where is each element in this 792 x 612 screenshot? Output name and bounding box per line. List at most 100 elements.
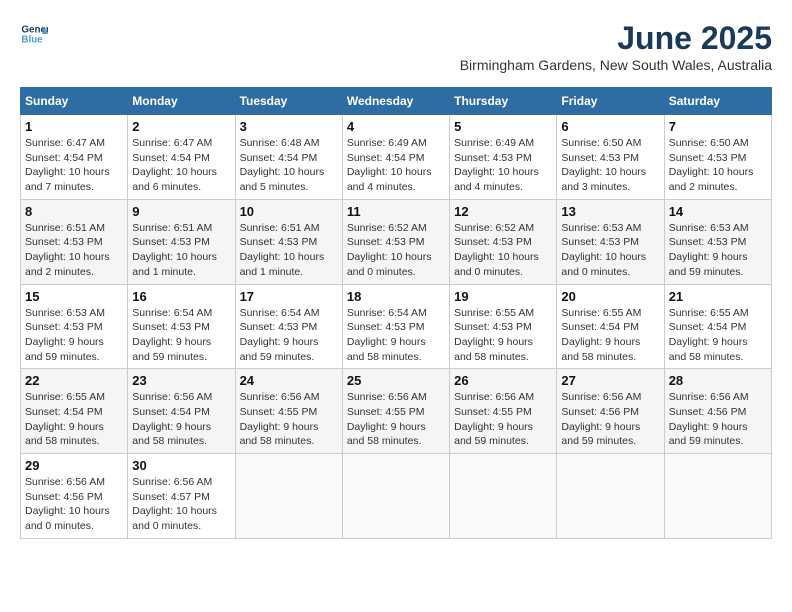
day-number: 1 (25, 119, 123, 134)
day-number: 12 (454, 204, 552, 219)
day-info: Sunrise: 6:47 AMSunset: 4:54 PMDaylight:… (25, 136, 123, 195)
day-number: 25 (347, 373, 445, 388)
day-info: Sunrise: 6:55 AMSunset: 4:54 PMDaylight:… (561, 306, 659, 365)
calendar-cell: 7Sunrise: 6:50 AMSunset: 4:53 PMDaylight… (664, 115, 771, 200)
calendar-cell (342, 454, 449, 539)
day-info: Sunrise: 6:56 AMSunset: 4:56 PMDaylight:… (25, 475, 123, 534)
calendar-cell: 23 Sunrise: 6:56 AMSunset: 4:54 PMDayligh… (128, 369, 235, 454)
calendar-cell: 26 Sunrise: 6:56 AMSunset: 4:55 PMDayligh… (450, 369, 557, 454)
day-info: Sunrise: 6:50 AMSunset: 4:53 PMDaylight:… (561, 136, 659, 195)
day-number: 19 (454, 289, 552, 304)
calendar-cell: 11 Sunrise: 6:52 AMSunset: 4:53 PMDayligh… (342, 199, 449, 284)
day-number: 13 (561, 204, 659, 219)
calendar-cell: 27Sunrise: 6:56 AMSunset: 4:56 PMDayligh… (557, 369, 664, 454)
column-header-sunday: Sunday (21, 88, 128, 115)
calendar-cell: 9 Sunrise: 6:51 AMSunset: 4:53 PMDaylight… (128, 199, 235, 284)
day-number: 29 (25, 458, 123, 473)
logo: General Blue (20, 20, 48, 48)
calendar-week-3: 15Sunrise: 6:53 AMSunset: 4:53 PMDayligh… (21, 284, 772, 369)
header: General Blue June 2025 Birmingham Garden… (20, 20, 772, 79)
day-info: Sunrise: 6:49 AMSunset: 4:54 PMDaylight:… (347, 136, 445, 195)
column-header-wednesday: Wednesday (342, 88, 449, 115)
calendar-cell: 1 Sunrise: 6:47 AMSunset: 4:54 PMDaylight… (21, 115, 128, 200)
day-number: 8 (25, 204, 123, 219)
calendar-cell: 17Sunrise: 6:54 AMSunset: 4:53 PMDayligh… (235, 284, 342, 369)
calendar-cell: 28 Sunrise: 6:56 AMSunset: 4:56 PMDayligh… (664, 369, 771, 454)
calendar-cell: 3 Sunrise: 6:48 AMSunset: 4:54 PMDaylight… (235, 115, 342, 200)
calendar-cell: 4 Sunrise: 6:49 AMSunset: 4:54 PMDaylight… (342, 115, 449, 200)
day-info: Sunrise: 6:47 AMSunset: 4:54 PMDaylight:… (132, 136, 230, 195)
day-info: Sunrise: 6:55 AMSunset: 4:54 PMDaylight:… (669, 306, 767, 365)
calendar-cell: 8 Sunrise: 6:51 AMSunset: 4:53 PMDaylight… (21, 199, 128, 284)
day-info: Sunrise: 6:56 AMSunset: 4:54 PMDaylight:… (132, 390, 230, 449)
day-number: 16 (132, 289, 230, 304)
calendar-cell: 14 Sunrise: 6:53 AMSunset: 4:53 PMDayligh… (664, 199, 771, 284)
column-header-monday: Monday (128, 88, 235, 115)
calendar-week-5: 29 Sunrise: 6:56 AMSunset: 4:56 PMDayligh… (21, 454, 772, 539)
calendar-cell (664, 454, 771, 539)
svg-text:Blue: Blue (21, 34, 43, 45)
day-info: Sunrise: 6:56 AMSunset: 4:57 PMDaylight:… (132, 475, 230, 534)
calendar-cell: 25 Sunrise: 6:56 AMSunset: 4:55 PMDayligh… (342, 369, 449, 454)
day-info: Sunrise: 6:52 AMSunset: 4:53 PMDaylight:… (454, 221, 552, 280)
calendar-cell: 29 Sunrise: 6:56 AMSunset: 4:56 PMDayligh… (21, 454, 128, 539)
calendar-cell: 22Sunrise: 6:55 AMSunset: 4:54 PMDayligh… (21, 369, 128, 454)
day-info: Sunrise: 6:52 AMSunset: 4:53 PMDaylight:… (347, 221, 445, 280)
calendar-week-2: 8 Sunrise: 6:51 AMSunset: 4:53 PMDaylight… (21, 199, 772, 284)
calendar-cell: 19 Sunrise: 6:55 AMSunset: 4:53 PMDayligh… (450, 284, 557, 369)
column-header-friday: Friday (557, 88, 664, 115)
day-number: 26 (454, 373, 552, 388)
day-info: Sunrise: 6:51 AMSunset: 4:53 PMDaylight:… (240, 221, 338, 280)
calendar-cell: 12 Sunrise: 6:52 AMSunset: 4:53 PMDayligh… (450, 199, 557, 284)
day-number: 2 (132, 119, 230, 134)
day-info: Sunrise: 6:54 AMSunset: 4:53 PMDaylight:… (132, 306, 230, 365)
calendar-header-row: SundayMondayTuesdayWednesdayThursdayFrid… (21, 88, 772, 115)
day-number: 5 (454, 119, 552, 134)
day-number: 6 (561, 119, 659, 134)
day-info: Sunrise: 6:54 AMSunset: 4:53 PMDaylight:… (240, 306, 338, 365)
calendar-cell: 5 Sunrise: 6:49 AMSunset: 4:53 PMDaylight… (450, 115, 557, 200)
day-number: 24 (240, 373, 338, 388)
column-header-thursday: Thursday (450, 88, 557, 115)
day-info: Sunrise: 6:53 AMSunset: 4:53 PMDaylight:… (25, 306, 123, 365)
calendar-week-4: 22Sunrise: 6:55 AMSunset: 4:54 PMDayligh… (21, 369, 772, 454)
day-info: Sunrise: 6:56 AMSunset: 4:55 PMDaylight:… (240, 390, 338, 449)
day-info: Sunrise: 6:54 AMSunset: 4:53 PMDaylight:… (347, 306, 445, 365)
day-number: 10 (240, 204, 338, 219)
calendar-cell: 16 Sunrise: 6:54 AMSunset: 4:53 PMDayligh… (128, 284, 235, 369)
title-area: June 2025 Birmingham Gardens, New South … (460, 20, 772, 79)
column-header-tuesday: Tuesday (235, 88, 342, 115)
day-number: 23 (132, 373, 230, 388)
day-number: 9 (132, 204, 230, 219)
calendar-cell (235, 454, 342, 539)
day-number: 20 (561, 289, 659, 304)
calendar-cell: 10 Sunrise: 6:51 AMSunset: 4:53 PMDayligh… (235, 199, 342, 284)
calendar-week-1: 1 Sunrise: 6:47 AMSunset: 4:54 PMDaylight… (21, 115, 772, 200)
calendar-table: SundayMondayTuesdayWednesdayThursdayFrid… (20, 87, 772, 539)
day-number: 3 (240, 119, 338, 134)
calendar-cell: 13Sunrise: 6:53 AMSunset: 4:53 PMDayligh… (557, 199, 664, 284)
calendar-cell: 2 Sunrise: 6:47 AMSunset: 4:54 PMDaylight… (128, 115, 235, 200)
subtitle: Birmingham Gardens, New South Wales, Aus… (460, 57, 772, 73)
calendar-cell: 6 Sunrise: 6:50 AMSunset: 4:53 PMDaylight… (557, 115, 664, 200)
day-info: Sunrise: 6:48 AMSunset: 4:54 PMDaylight:… (240, 136, 338, 195)
day-number: 4 (347, 119, 445, 134)
day-info: Sunrise: 6:56 AMSunset: 4:55 PMDaylight:… (347, 390, 445, 449)
day-number: 28 (669, 373, 767, 388)
day-number: 30 (132, 458, 230, 473)
day-info: Sunrise: 6:49 AMSunset: 4:53 PMDaylight:… (454, 136, 552, 195)
day-info: Sunrise: 6:53 AMSunset: 4:53 PMDaylight:… (669, 221, 767, 280)
day-info: Sunrise: 6:55 AMSunset: 4:53 PMDaylight:… (454, 306, 552, 365)
day-number: 11 (347, 204, 445, 219)
day-info: Sunrise: 6:56 AMSunset: 4:56 PMDaylight:… (561, 390, 659, 449)
day-number: 22 (25, 373, 123, 388)
day-info: Sunrise: 6:51 AMSunset: 4:53 PMDaylight:… (25, 221, 123, 280)
day-info: Sunrise: 6:51 AMSunset: 4:53 PMDaylight:… (132, 221, 230, 280)
day-number: 14 (669, 204, 767, 219)
day-info: Sunrise: 6:56 AMSunset: 4:56 PMDaylight:… (669, 390, 767, 449)
day-number: 18 (347, 289, 445, 304)
calendar-cell: 24 Sunrise: 6:56 AMSunset: 4:55 PMDayligh… (235, 369, 342, 454)
calendar-cell: 21 Sunrise: 6:55 AMSunset: 4:54 PMDayligh… (664, 284, 771, 369)
day-number: 21 (669, 289, 767, 304)
day-info: Sunrise: 6:56 AMSunset: 4:55 PMDaylight:… (454, 390, 552, 449)
